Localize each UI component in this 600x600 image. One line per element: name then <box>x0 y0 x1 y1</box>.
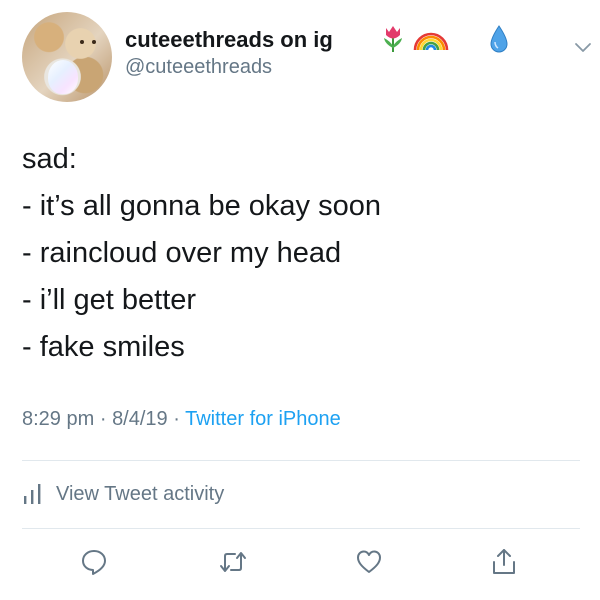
view-tweet-activity-label: View Tweet activity <box>56 482 225 505</box>
crescent-moon-icon <box>457 32 480 53</box>
retweet-icon[interactable] <box>219 548 247 576</box>
rainbow-icon <box>413 32 449 51</box>
chevron-down-icon[interactable] <box>574 42 592 54</box>
reply-icon[interactable] <box>80 548 108 576</box>
tweet-actions <box>0 548 600 578</box>
share-icon[interactable] <box>490 548 518 576</box>
view-tweet-activity-button[interactable]: View Tweet activity <box>22 479 224 509</box>
divider <box>22 528 580 529</box>
like-icon[interactable] <box>355 548 383 576</box>
tweet-header: cuteeethreads on ig @cuteeethreads <box>22 12 591 102</box>
activity-bars-icon <box>24 484 41 504</box>
user-handle[interactable]: @cuteeethreads <box>125 56 272 79</box>
avatar-eye <box>80 40 84 44</box>
tweet-date[interactable]: 8/4/19 <box>112 408 168 430</box>
tweet-time[interactable]: 8:29 pm <box>22 408 94 430</box>
tweet-source-link[interactable]: Twitter for iPhone <box>185 408 341 430</box>
tweet-line: - i’ll get better <box>22 284 197 316</box>
avatar-eye <box>92 40 96 44</box>
divider <box>22 460 580 461</box>
avatar-egg-shape <box>48 60 78 94</box>
meta-separator: · <box>99 408 107 430</box>
tweet-body: sad: - it’s all gonna be okay soon - rai… <box>22 136 582 371</box>
tweet-line: sad: <box>22 143 77 175</box>
name-emojis <box>384 25 508 53</box>
display-name[interactable]: cuteeethreads on ig <box>125 27 333 53</box>
meta-separator: · <box>173 408 180 430</box>
tweet-meta: 8:29 pm · 8/4/19 · Twitter for iPhone <box>22 408 341 431</box>
tweet-line: - raincloud over my head <box>22 237 342 269</box>
avatar[interactable] <box>22 12 112 102</box>
droplet-icon <box>490 25 508 53</box>
tweet-card: cuteeethreads on ig @cuteeethreads sad: … <box>0 0 600 600</box>
tulip-icon <box>384 26 402 52</box>
tweet-line: - fake smiles <box>22 331 185 363</box>
tweet-line: - it’s all gonna be okay soon <box>22 190 381 222</box>
